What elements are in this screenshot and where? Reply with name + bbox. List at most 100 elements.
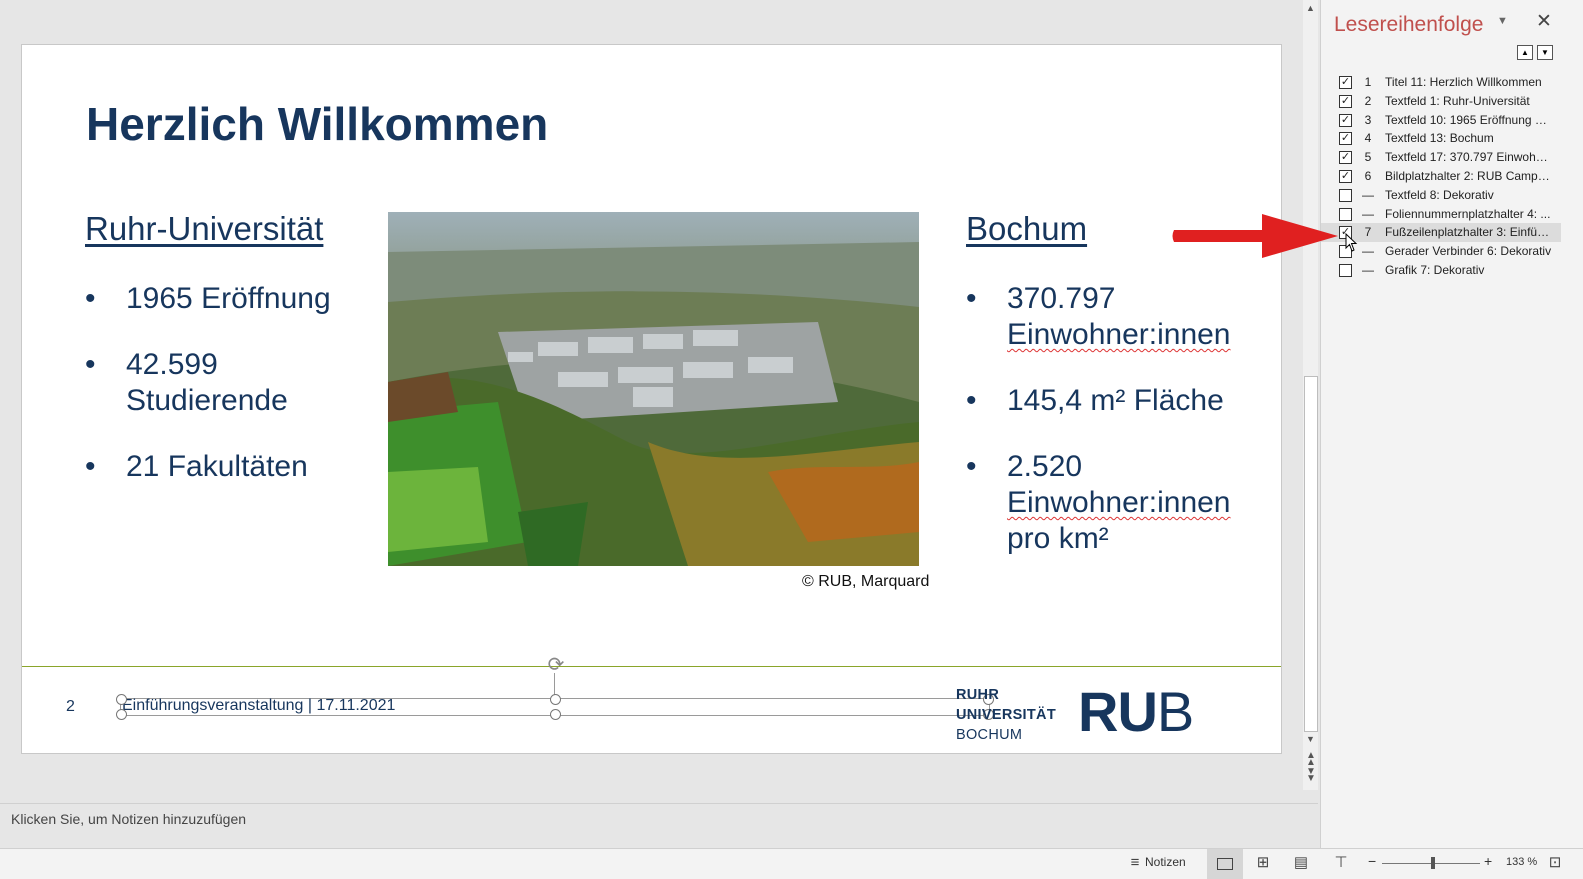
reading-order-number: — xyxy=(1362,206,1374,221)
reading-order-number: — xyxy=(1362,187,1374,202)
reading-order-checkbox[interactable]: ✓ xyxy=(1339,132,1352,146)
reading-order-checkbox[interactable]: ✓ xyxy=(1339,151,1352,165)
slide[interactable]: Herzlich Willkommen Ruhr-Universität 196… xyxy=(22,45,1281,753)
reading-order-checkbox[interactable] xyxy=(1339,264,1352,277)
rub-wordmark-line: RUHR xyxy=(956,687,1000,703)
next-slide-icon[interactable]: ▼ ▼ xyxy=(1306,767,1316,784)
zoom-level[interactable]: 133 % xyxy=(1506,856,1537,868)
previous-slide-icon[interactable]: ▲ ▲ xyxy=(1306,751,1316,768)
resize-handle[interactable] xyxy=(116,709,127,720)
reading-order-item[interactable]: ✓ 5 Textfeld 17: 370.797 Einwohne... xyxy=(1321,148,1561,167)
reading-order-label: Textfeld 17: 370.797 Einwohne... xyxy=(1385,150,1553,165)
reading-order-item[interactable]: ✓ 2 Textfeld 1: Ruhr-Universität xyxy=(1321,92,1561,111)
reading-order-number: 1 xyxy=(1364,75,1372,89)
annotation-arrow-icon xyxy=(1172,214,1338,258)
pane-options-chevron-icon[interactable]: ▼ xyxy=(1497,15,1508,27)
reading-order-label: Grafik 7: Dekorativ xyxy=(1385,263,1485,277)
slide-editing-canvas: Herzlich Willkommen Ruhr-Universität 196… xyxy=(0,0,1318,800)
reading-order-pane: Lesereihenfolge ▼ ✕ ▲ ▼ ✓ 1 Titel 11: Herz… xyxy=(1320,0,1583,848)
list-item-line: 2.520 xyxy=(1007,450,1083,483)
list-item-line: 370.797 xyxy=(1007,282,1116,315)
status-bar: ≡ Notizen ⊞ ▤ ⊤ − + 133 % ⊡ xyxy=(0,848,1583,879)
reading-order-number: — xyxy=(1362,263,1374,277)
scroll-up-arrow-icon[interactable]: ▲ xyxy=(1306,3,1315,13)
reading-order-item[interactable]: ✓ 6 Bildplatzhalter 2: RUB Campus... xyxy=(1321,167,1561,186)
reading-order-number: 6 xyxy=(1364,169,1372,183)
reading-order-checkbox[interactable]: ✓ xyxy=(1339,170,1352,183)
list-item-line: Einwohner:innen xyxy=(1007,318,1231,351)
right-heading[interactable]: Bochum xyxy=(966,210,1087,248)
rub-wordmark[interactable]: RUHR UNIVERSITÄT BOCHUM xyxy=(956,685,1056,745)
list-item: 42.599 Studierende xyxy=(85,347,356,419)
notes-placeholder[interactable]: Klicken Sie, um Notizen hinzuzufügen xyxy=(11,811,246,827)
list-item: 145,4 m² Fläche xyxy=(966,383,1276,419)
reading-order-label: Fußzeilenplatzhalter 3: Einführ... xyxy=(1385,225,1553,240)
reading-order-item[interactable]: — Textfeld 8: Dekorativ xyxy=(1321,186,1561,205)
rotate-handle-icon[interactable]: ⟳ xyxy=(545,654,567,676)
notes-toggle-label[interactable]: Notizen xyxy=(1145,855,1186,869)
scroll-down-arrow-icon[interactable]: ▼ xyxy=(1306,734,1315,744)
rub-logo[interactable]: RUB xyxy=(1078,679,1194,744)
left-bullet-list[interactable]: 1965 Eröffnung 42.599 Studierende 21 Fak… xyxy=(85,281,385,515)
list-item: 21 Fakultäten xyxy=(85,449,385,485)
reading-order-item[interactable]: — Foliennummernplatzhalter 4: ... xyxy=(1321,205,1561,224)
list-item: 1965 Eröffnung xyxy=(85,281,385,317)
slide-title[interactable]: Herzlich Willkommen xyxy=(86,97,548,151)
resize-handle[interactable] xyxy=(550,709,561,720)
move-down-button[interactable]: ▼ xyxy=(1537,45,1553,60)
pane-title: Lesereihenfolge xyxy=(1334,13,1484,36)
rub-wordmark-line: UNIVERSITÄT xyxy=(956,707,1056,723)
reading-order-number: 5 xyxy=(1364,150,1372,165)
close-icon[interactable]: ✕ xyxy=(1536,10,1552,33)
normal-view-icon xyxy=(1217,858,1233,870)
vertical-scrollbar[interactable]: ▲ ▼ ▲ ▲ ▼ ▼ xyxy=(1303,0,1318,790)
reading-order-checkbox[interactable]: ✓ xyxy=(1339,113,1352,127)
resize-handle[interactable] xyxy=(116,694,127,705)
mouse-cursor-icon xyxy=(1345,233,1358,252)
notes-icon[interactable]: ≡ xyxy=(1126,854,1144,872)
scrollbar-thumb[interactable] xyxy=(1304,376,1318,732)
normal-view-button[interactable] xyxy=(1207,849,1243,879)
resize-handle[interactable] xyxy=(550,694,561,705)
reading-order-label: Textfeld 13: Bochum xyxy=(1385,131,1494,146)
reading-order-label: Bildplatzhalter 2: RUB Campus... xyxy=(1385,169,1553,183)
reading-order-checkbox[interactable]: ✓ xyxy=(1339,94,1352,108)
reading-order-label: Textfeld 1: Ruhr-Universität xyxy=(1385,93,1530,108)
reading-order-checkbox[interactable]: ✓ xyxy=(1339,76,1352,89)
reading-order-item[interactable]: ✓ 1 Titel 11: Herzlich Willkommen xyxy=(1321,73,1561,92)
list-item-line: Einwohner:innen xyxy=(1007,486,1231,519)
photo-credit[interactable]: © RUB, Marquard xyxy=(802,573,929,591)
footer-divider-line[interactable] xyxy=(22,666,1281,667)
slide-number[interactable]: 2 xyxy=(66,698,75,716)
reading-order-number: 7 xyxy=(1364,225,1372,240)
list-item-line: pro km² xyxy=(1007,522,1109,555)
reading-order-item[interactable]: ✓ 3 Textfeld 10: 1965 Eröffnung 42... xyxy=(1321,111,1561,130)
reading-order-item[interactable]: ✓ 4 Textfeld 13: Bochum xyxy=(1321,129,1561,148)
slide-sorter-icon[interactable]: ⊞ xyxy=(1254,854,1272,872)
footer-text[interactable]: Einführungsveranstaltung | 17.11.2021 xyxy=(122,697,395,715)
reading-view-icon[interactable]: ▤ xyxy=(1292,854,1310,872)
rub-logo-b: B xyxy=(1156,680,1194,743)
left-heading[interactable]: Ruhr-Universität xyxy=(85,210,323,248)
reading-order-number: — xyxy=(1362,244,1374,259)
reading-order-number: 4 xyxy=(1364,131,1372,146)
zoom-slider-thumb[interactable] xyxy=(1431,857,1435,869)
zoom-in-button[interactable]: + xyxy=(1484,853,1492,869)
fit-to-window-icon[interactable]: ⊡ xyxy=(1546,854,1564,872)
zoom-out-button[interactable]: − xyxy=(1368,853,1376,869)
reading-order-checkbox[interactable] xyxy=(1339,188,1352,202)
right-bullet-list[interactable]: 370.797 Einwohner:innen 145,4 m² Fläche … xyxy=(966,281,1276,587)
list-item: 370.797 Einwohner:innen xyxy=(966,281,1276,353)
slideshow-icon[interactable]: ⊤ xyxy=(1332,854,1350,872)
move-up-button[interactable]: ▲ xyxy=(1517,45,1533,60)
reading-order-label: Foliennummernplatzhalter 4: ... xyxy=(1385,206,1551,221)
reading-order-label: Textfeld 8: Dekorativ xyxy=(1385,187,1494,202)
reading-order-label: Gerader Verbinder 6: Dekorativ xyxy=(1385,244,1552,259)
campus-photo-graphic xyxy=(388,212,919,566)
reading-order-item[interactable]: — Grafik 7: Dekorativ xyxy=(1321,261,1561,280)
reading-order-label: Titel 11: Herzlich Willkommen xyxy=(1385,75,1542,89)
reading-order-list: ✓ 1 Titel 11: Herzlich Willkommen ✓ 2 Textfel… xyxy=(1321,73,1583,313)
campus-aerial-photo[interactable] xyxy=(388,212,919,566)
list-item-line: 145,4 m² Fläche xyxy=(1007,384,1224,417)
reading-order-number: 3 xyxy=(1364,112,1372,127)
